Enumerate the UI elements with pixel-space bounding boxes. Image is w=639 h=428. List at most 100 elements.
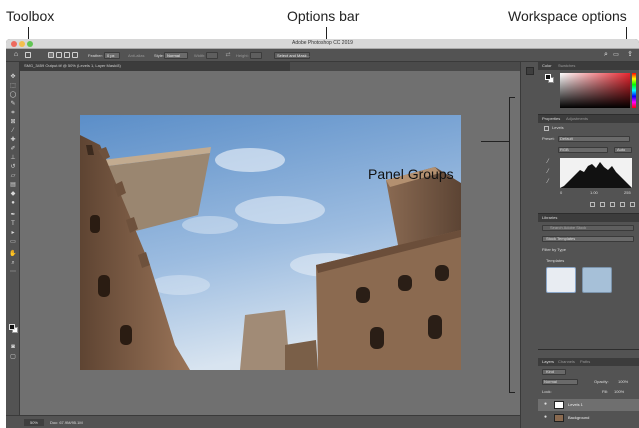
filter-by-type[interactable]: Filter by Type [542, 247, 566, 253]
levels-label: Levels [552, 125, 564, 130]
history-panel-icon[interactable] [526, 67, 534, 75]
history-brush-icon[interactable]: ↺ [9, 164, 17, 170]
gradient-tool-icon[interactable]: ▤ [9, 182, 17, 188]
marquee-tool-icon[interactable]: ⬚ [9, 83, 17, 89]
stamp-tool-icon[interactable]: ⊥ [9, 155, 17, 161]
channel-value: RGB [560, 147, 569, 152]
panel-groups-bracket-bottom [509, 392, 515, 393]
feather-input[interactable]: 0 px [104, 52, 120, 59]
template-thumbnail[interactable] [582, 267, 612, 293]
height-input[interactable] [250, 52, 262, 59]
screen-mode-icon[interactable]: ▢ [9, 354, 17, 360]
hue-slider[interactable] [632, 73, 636, 108]
intersect-selection-icon[interactable] [72, 52, 78, 58]
document-tab[interactable]: SMG_3459 Output.tif @ 50% (Levels 1, Lay… [20, 62, 290, 71]
width-label: Width: [194, 53, 206, 58]
type-tool-icon[interactable]: T [9, 221, 17, 227]
tab-channels[interactable]: Channels [558, 359, 575, 365]
panel-groups-leader-line [481, 141, 509, 142]
eyedropper-white-icon[interactable]: ⁄ [544, 179, 552, 185]
eye-icon[interactable]: ● [544, 415, 549, 420]
layer-thumbnail [554, 401, 564, 409]
eye-icon[interactable]: ● [544, 402, 549, 407]
stock-search-placeholder: Search Adobe Stock [550, 225, 587, 230]
blend-mode-value: Normal [544, 379, 557, 384]
zoom-level[interactable]: 50% [24, 419, 44, 426]
frame-tool-icon[interactable]: ⊠ [9, 119, 17, 125]
doc-size-info[interactable]: Doc: 67.9M/95.1M [50, 419, 83, 426]
opacity-value[interactable]: 100% [618, 379, 628, 385]
healing-brush-icon[interactable]: ✚ [9, 137, 17, 143]
tab-adjustments[interactable]: Adjustments [566, 116, 588, 122]
home-icon[interactable]: ⌂ [12, 51, 20, 59]
tab-paths[interactable]: Paths [580, 359, 590, 365]
dodge-tool-icon[interactable]: ● [9, 200, 17, 206]
subtract-selection-icon[interactable] [64, 52, 70, 58]
foreground-color-swatch[interactable] [9, 324, 15, 330]
tab-properties[interactable]: Properties [542, 116, 560, 122]
search-icon[interactable]: ⌕ [602, 51, 610, 59]
templates-section[interactable]: Templates [546, 258, 564, 264]
eraser-tool-icon[interactable]: ▱ [9, 173, 17, 179]
color-panel-header: Color Swatches [538, 62, 639, 70]
share-icon[interactable]: ⇪ [626, 51, 634, 59]
photoshop-window: Adobe Photoshop CC 2019 ⌂ Feather: 0 px … [6, 39, 639, 428]
view-previous-icon[interactable] [600, 202, 605, 207]
swap-dimensions-icon[interactable]: ⇄ [224, 51, 232, 59]
layer-row[interactable]: ● Levels 1 [538, 399, 639, 411]
style-label: Style: [154, 53, 165, 58]
tab-layers[interactable]: Layers [542, 359, 554, 365]
select-and-mask-button[interactable]: Select and Mask... [274, 52, 310, 59]
new-selection-icon[interactable] [48, 52, 54, 58]
style-select[interactable]: Normal [164, 52, 188, 59]
status-bar: 50% Doc: 67.9M/95.1M [6, 415, 520, 428]
move-tool-icon[interactable]: ✥ [9, 74, 17, 80]
app-title: Adobe Photoshop CC 2019 [292, 40, 353, 46]
pen-tool-icon[interactable]: ✒ [9, 212, 17, 218]
tab-libraries[interactable]: Libraries [542, 215, 557, 221]
add-selection-icon[interactable] [56, 52, 62, 58]
zoom-tool-icon[interactable]: ⌕ [9, 260, 17, 266]
input-white-value[interactable]: 255 [624, 190, 631, 196]
panel-groups-bracket-top [509, 97, 515, 98]
eyedropper-black-icon[interactable]: ⁄ [544, 159, 552, 165]
width-input[interactable] [206, 52, 218, 59]
template-thumbnail[interactable] [546, 267, 576, 293]
panel-foreground-swatch[interactable] [545, 74, 551, 80]
eyedropper-gray-icon[interactable]: ⁄ [544, 169, 552, 175]
quick-mask-icon[interactable]: ◙ [9, 344, 17, 350]
document-image[interactable] [80, 115, 461, 370]
shape-tool-icon[interactable]: ▭ [9, 239, 17, 245]
tab-swatches[interactable]: Swatches [558, 63, 575, 69]
marquee-tool-icon[interactable] [25, 52, 31, 58]
tab-color[interactable]: Color [542, 63, 552, 69]
collapsed-panel-strip [520, 62, 538, 428]
eyedropper-tool-icon[interactable]: ⁄ [9, 128, 17, 134]
canvas-area[interactable]: Panel Groups [20, 71, 520, 415]
edit-toolbar-icon[interactable]: ⋯ [9, 269, 17, 275]
hand-tool-icon[interactable]: ✋ [9, 251, 17, 257]
lasso-tool-icon[interactable]: ◯ [9, 92, 17, 98]
input-black-value[interactable]: 0 [560, 190, 562, 196]
workspace-icon[interactable]: ▭ [612, 51, 620, 59]
height-label: Height: [236, 53, 249, 58]
clip-to-layer-icon[interactable] [590, 202, 595, 207]
trash-icon[interactable] [630, 202, 635, 207]
reset-icon[interactable] [610, 202, 615, 207]
toolbox-callout: Toolbox [6, 8, 55, 24]
layer-row[interactable]: ● Background [538, 412, 639, 424]
opacity-label: Opacity: [594, 379, 609, 384]
feather-label: Feather: [88, 53, 103, 58]
crop-tool-icon[interactable]: ⌗ [9, 110, 17, 116]
visibility-icon[interactable] [620, 202, 625, 207]
input-gamma-value[interactable]: 1.00 [590, 190, 598, 196]
brush-tool-icon[interactable]: ✐ [9, 146, 17, 152]
color-picker-field[interactable] [560, 73, 630, 108]
quick-select-tool-icon[interactable]: ✎ [9, 101, 17, 107]
antialias-checkbox[interactable]: Anti-alias [128, 52, 144, 59]
blur-tool-icon[interactable]: ◆ [9, 191, 17, 197]
path-select-tool-icon[interactable]: ▸ [9, 230, 17, 236]
panel-groups-callout: Panel Groups [368, 166, 454, 182]
preset-value: Default [560, 136, 573, 141]
fill-value[interactable]: 100% [614, 389, 624, 395]
